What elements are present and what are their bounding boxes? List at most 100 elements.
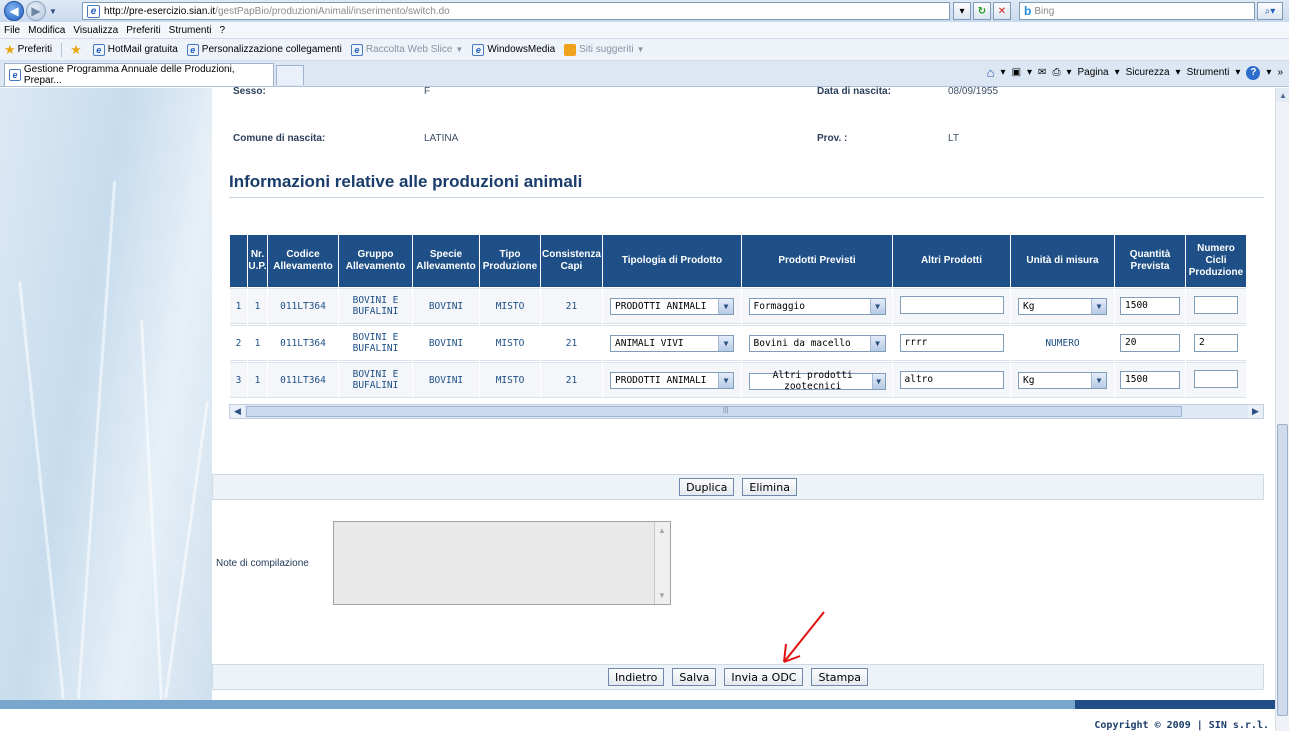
cell-text: 21 [565, 337, 578, 349]
cell-index: 1 [230, 288, 247, 324]
table-horizontal-scrollbar[interactable]: ◀ ||| ▶ [229, 404, 1264, 419]
annotation-arrow-icon [783, 611, 825, 663]
table-header-row: Nr. U.P. Codice Allevamento Gruppo Allev… [230, 235, 1246, 287]
duplica-button[interactable]: Duplica [679, 478, 735, 496]
note-textarea[interactable]: ▲ ▼ [333, 521, 671, 605]
cell-text: 1 [254, 300, 261, 312]
cell-cicli [1186, 288, 1246, 324]
scroll-right-icon[interactable]: ▶ [1248, 405, 1263, 418]
produzioni-table-wrapper: Nr. U.P. Codice Allevamento Gruppo Allev… [229, 234, 1264, 420]
invia-odc-button[interactable]: Invia a ODC [724, 668, 804, 686]
chevron-down-icon[interactable]: ▾ [1266, 67, 1271, 78]
page-vertical-scrollbar[interactable]: ▲ [1275, 88, 1289, 731]
url-path: /gestPapBio/produzioniAnimali/inseriment… [215, 5, 450, 17]
decor-stalk [140, 320, 163, 700]
print-icon[interactable]: ⎙ [1052, 67, 1060, 78]
url-field[interactable]: e http://pre-esercizio.sian.it /gestPapB… [82, 2, 950, 20]
altri-prodotti-input[interactable]: altro [899, 371, 1004, 389]
menu-visualizza[interactable]: Visualizza [73, 25, 118, 36]
quantita-input[interactable]: 1500 [1120, 371, 1180, 389]
favorite-personalizzazione[interactable]: e Personalizzazione collegamenti [186, 43, 342, 56]
tipologia-select[interactable]: ANIMALI VIVI ▼ [610, 334, 734, 352]
salva-button[interactable]: Salva [672, 668, 717, 686]
select-value: Kg [1023, 300, 1035, 312]
help-icon[interactable]: ? [1246, 65, 1261, 80]
favorites-bar: ★ Preferiti ★ e HotMail gratuita e Perso… [0, 39, 1289, 61]
search-input[interactable]: b Bing [1019, 2, 1255, 20]
quantita-input[interactable]: 20 [1120, 334, 1180, 352]
command-sicurezza[interactable]: Sicurezza [1126, 67, 1170, 78]
scroll-down-icon[interactable]: ▼ [658, 591, 666, 600]
scroll-thumb[interactable] [1277, 424, 1288, 716]
chevron-down-icon: ▼ [455, 45, 464, 54]
menu-preferiti[interactable]: Preferiti [126, 25, 160, 36]
tab-active[interactable]: e Gestione Programma Annuale delle Produ… [4, 63, 274, 86]
stop-icon[interactable]: ✕ [993, 2, 1011, 20]
tipologia-select[interactable]: PRODOTTI ANIMALI ▼ [610, 297, 734, 315]
chevron-down-icon[interactable]: ▾ [1027, 67, 1032, 78]
cell-gruppo: BOVINI E BUFALINI [339, 325, 412, 361]
ie-page-icon: e [92, 43, 105, 56]
home-icon[interactable]: ⌂ [987, 65, 995, 80]
feeds-icon[interactable]: ▣ [1012, 67, 1021, 78]
chevron-down-icon[interactable]: ▾ [1066, 67, 1071, 78]
col-capi: Consistenza Capi [541, 235, 602, 287]
cicli-input[interactable]: 2 [1194, 334, 1238, 352]
cell-altri: altro [893, 362, 1010, 398]
history-dropdown-icon[interactable]: ▼ [49, 7, 57, 16]
indietro-button[interactable]: Indietro [608, 668, 665, 686]
note-scrollbar[interactable]: ▲ ▼ [654, 522, 670, 604]
scroll-up-icon[interactable]: ▲ [658, 526, 666, 535]
favorites-button[interactable]: ★ Preferiti [4, 42, 52, 58]
scroll-left-icon[interactable]: ◀ [230, 405, 245, 418]
prodotti-previsti-select[interactable]: Formaggio ▼ [748, 297, 886, 315]
chevron-down-icon[interactable]: ▾ [1001, 67, 1006, 78]
new-tab-button[interactable] [276, 65, 304, 85]
cell-capi: 21 [541, 288, 602, 324]
altri-prodotti-input[interactable] [899, 295, 1004, 314]
menu-file[interactable]: File [4, 25, 20, 36]
mail-icon[interactable]: ✉ [1038, 67, 1046, 78]
command-pagina[interactable]: Pagina [1077, 67, 1108, 78]
stampa-button[interactable]: Stampa [811, 668, 868, 686]
search-icon[interactable]: ⌕▾ [1257, 2, 1283, 20]
cell-text: BOVINI E BUFALINI [352, 332, 399, 354]
scroll-thumb[interactable]: ||| [246, 406, 1182, 417]
overflow-chevron-icon[interactable]: » [1277, 67, 1283, 78]
favorite-web-slice[interactable]: e Raccolta Web Slice ▼ [350, 43, 464, 56]
cell-previsti: Altri prodotti zootecnici ▼ [742, 362, 892, 398]
cell-altri [893, 288, 1010, 324]
favorite-label: HotMail gratuita [107, 44, 178, 55]
tipologia-select[interactable]: PRODOTTI ANIMALI ▼ [610, 371, 734, 389]
back-icon[interactable]: ◀ [4, 1, 24, 21]
menu-strumenti[interactable]: Strumenti [169, 25, 212, 36]
command-strumenti[interactable]: Strumenti [1187, 67, 1230, 78]
refresh-icon[interactable]: ↻ [973, 2, 991, 20]
cell-quantita: 1500 [1115, 362, 1185, 398]
add-favorite-button[interactable]: ★ [70, 42, 84, 58]
favorite-hotmail[interactable]: e HotMail gratuita [92, 43, 178, 56]
cell-text: BOVINI [428, 337, 464, 349]
favorite-siti-suggeriti[interactable]: Siti suggeriti ▼ [564, 43, 645, 56]
prodotti-previsti-select[interactable]: Altri prodotti zootecnici ▼ [748, 370, 886, 392]
select-value: Bovini da macello [753, 337, 851, 349]
unita-select[interactable]: Kg ▼ [1018, 371, 1107, 389]
tab-bar: e Gestione Programma Annuale delle Produ… [0, 61, 1289, 87]
cicli-input[interactable] [1194, 295, 1238, 314]
select-value: PRODOTTI ANIMALI [615, 300, 707, 312]
quantita-input[interactable]: 1500 [1120, 297, 1180, 315]
menu-help[interactable]: ? [219, 25, 225, 36]
cell-nr-up: 1 [248, 325, 267, 361]
cicli-input[interactable] [1194, 369, 1238, 388]
forward-icon[interactable]: ▶ [26, 1, 46, 21]
altri-prodotti-input[interactable]: rrrr [899, 334, 1004, 352]
menu-modifica[interactable]: Modifica [28, 25, 65, 36]
url-dropdown-icon[interactable]: ▾ [953, 2, 971, 20]
unita-select[interactable]: Kg ▼ [1018, 297, 1107, 315]
favorite-windowsmedia[interactable]: e WindowsMedia [472, 43, 555, 56]
scroll-up-icon[interactable]: ▲ [1276, 88, 1289, 102]
prodotti-previsti-select[interactable]: Bovini da macello ▼ [748, 334, 886, 352]
elimina-button[interactable]: Elimina [742, 478, 797, 496]
produzioni-table: Nr. U.P. Codice Allevamento Gruppo Allev… [229, 234, 1247, 399]
cell-tipologia: ANIMALI VIVI ▼ [603, 325, 741, 361]
